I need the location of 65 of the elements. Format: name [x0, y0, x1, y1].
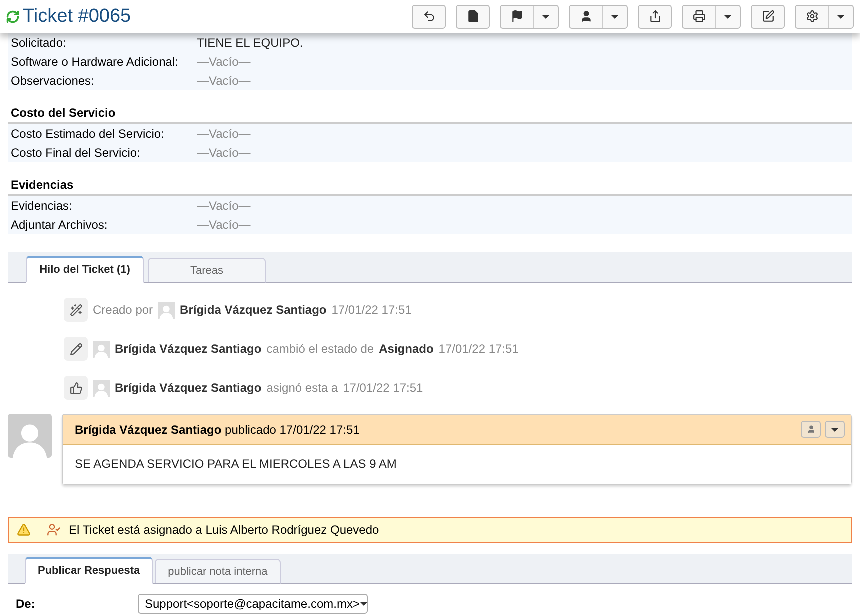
toolbar-button[interactable]: [412, 4, 446, 29]
caret-icon: [360, 602, 368, 606]
toolbar-button[interactable]: [795, 4, 854, 29]
field-value: —Vacío—: [197, 126, 252, 141]
thumbs-up-icon: [64, 376, 88, 400]
refresh-icon[interactable]: [6, 10, 20, 24]
user-button[interactable]: [801, 421, 821, 438]
field-label: Solicitado:: [11, 36, 68, 50]
caret-icon: [837, 14, 845, 19]
from-select[interactable]: Support<soporte@capacitame.com.mx>: [138, 594, 368, 614]
field-label: De:: [16, 597, 36, 611]
caret-icon: [542, 14, 550, 19]
field-label: Costo Estimado del Servicio:: [11, 126, 166, 141]
assigned-user-icon: [47, 523, 61, 538]
user-icon: [806, 425, 816, 434]
warning-icon: [17, 523, 31, 538]
field-label: Evidencias:: [11, 198, 74, 213]
field-value: —Vacío—: [197, 218, 252, 232]
reply-icon: [422, 10, 436, 24]
user-icon: [580, 10, 592, 24]
tab[interactable]: Hilo del Ticket (1): [26, 256, 144, 284]
event-date: 17/01/22 17:51: [438, 342, 519, 356]
print-icon: [692, 10, 706, 24]
flag-icon: [510, 10, 524, 24]
field-value: —Vacío—: [197, 146, 252, 160]
dropdown-button[interactable]: [825, 421, 845, 438]
toolbar-button[interactable]: [569, 4, 628, 29]
share-icon: [648, 10, 662, 24]
field-label: Adjuntar Archivos:: [11, 218, 109, 232]
tab[interactable]: Tareas: [148, 258, 266, 284]
field-label: Software o Hardware Adicional:: [11, 54, 180, 69]
toolbar-button[interactable]: [500, 4, 559, 29]
caret-icon: [724, 14, 732, 19]
field-value: TIENE EL EQUIPO.: [197, 36, 304, 50]
event-text: Creado por: [93, 303, 154, 318]
pencil-icon: [64, 337, 88, 362]
settings-icon: [806, 10, 818, 24]
event-text: asignó esta a: [266, 381, 338, 396]
message-body: SE AGENDA SERVICIO PARA EL MIERCOLES A LAS 9 AM: [63, 445, 851, 484]
toolbar-button[interactable]: [751, 4, 785, 29]
message-meta: Brígida Vázquez Santiago publicado 17/01/22 17:51: [75, 422, 360, 437]
user-name: Brígida Vázquez Santiago: [180, 303, 327, 318]
toolbar-button[interactable]: [638, 4, 672, 29]
field-value: —Vacío—: [197, 74, 252, 88]
user-name: Brígida Vázquez Santiago: [115, 342, 262, 356]
caret-icon: [831, 428, 839, 432]
field-value: —Vacío—: [197, 54, 252, 69]
edit-icon: [762, 10, 774, 24]
toolbar-button[interactable]: [682, 4, 741, 29]
ticket-title: Ticket #0065: [23, 6, 132, 28]
event-date: 17/01/22 17:51: [343, 381, 424, 396]
field-label: Observaciones:: [11, 74, 96, 88]
user-name: Brígida Vázquez Santiago: [115, 381, 262, 396]
tab[interactable]: Publicar Respuesta: [25, 557, 154, 584]
status-name: Asignado: [379, 342, 434, 356]
wand-icon: [64, 298, 88, 322]
alert-text: El Ticket está asignado a Luis Alberto Rodríguez Quevedo: [69, 523, 380, 538]
field-value: —Vacío—: [197, 198, 252, 213]
event-date: 17/01/22 17:51: [332, 303, 412, 318]
document-icon: [466, 10, 480, 24]
caret-icon: [611, 14, 619, 19]
tab[interactable]: publicar nota interna: [155, 559, 281, 584]
field-label: Costo Final del Servicio:: [11, 146, 142, 160]
toolbar-button[interactable]: [456, 4, 490, 29]
event-text: cambió el estado de: [266, 342, 374, 356]
